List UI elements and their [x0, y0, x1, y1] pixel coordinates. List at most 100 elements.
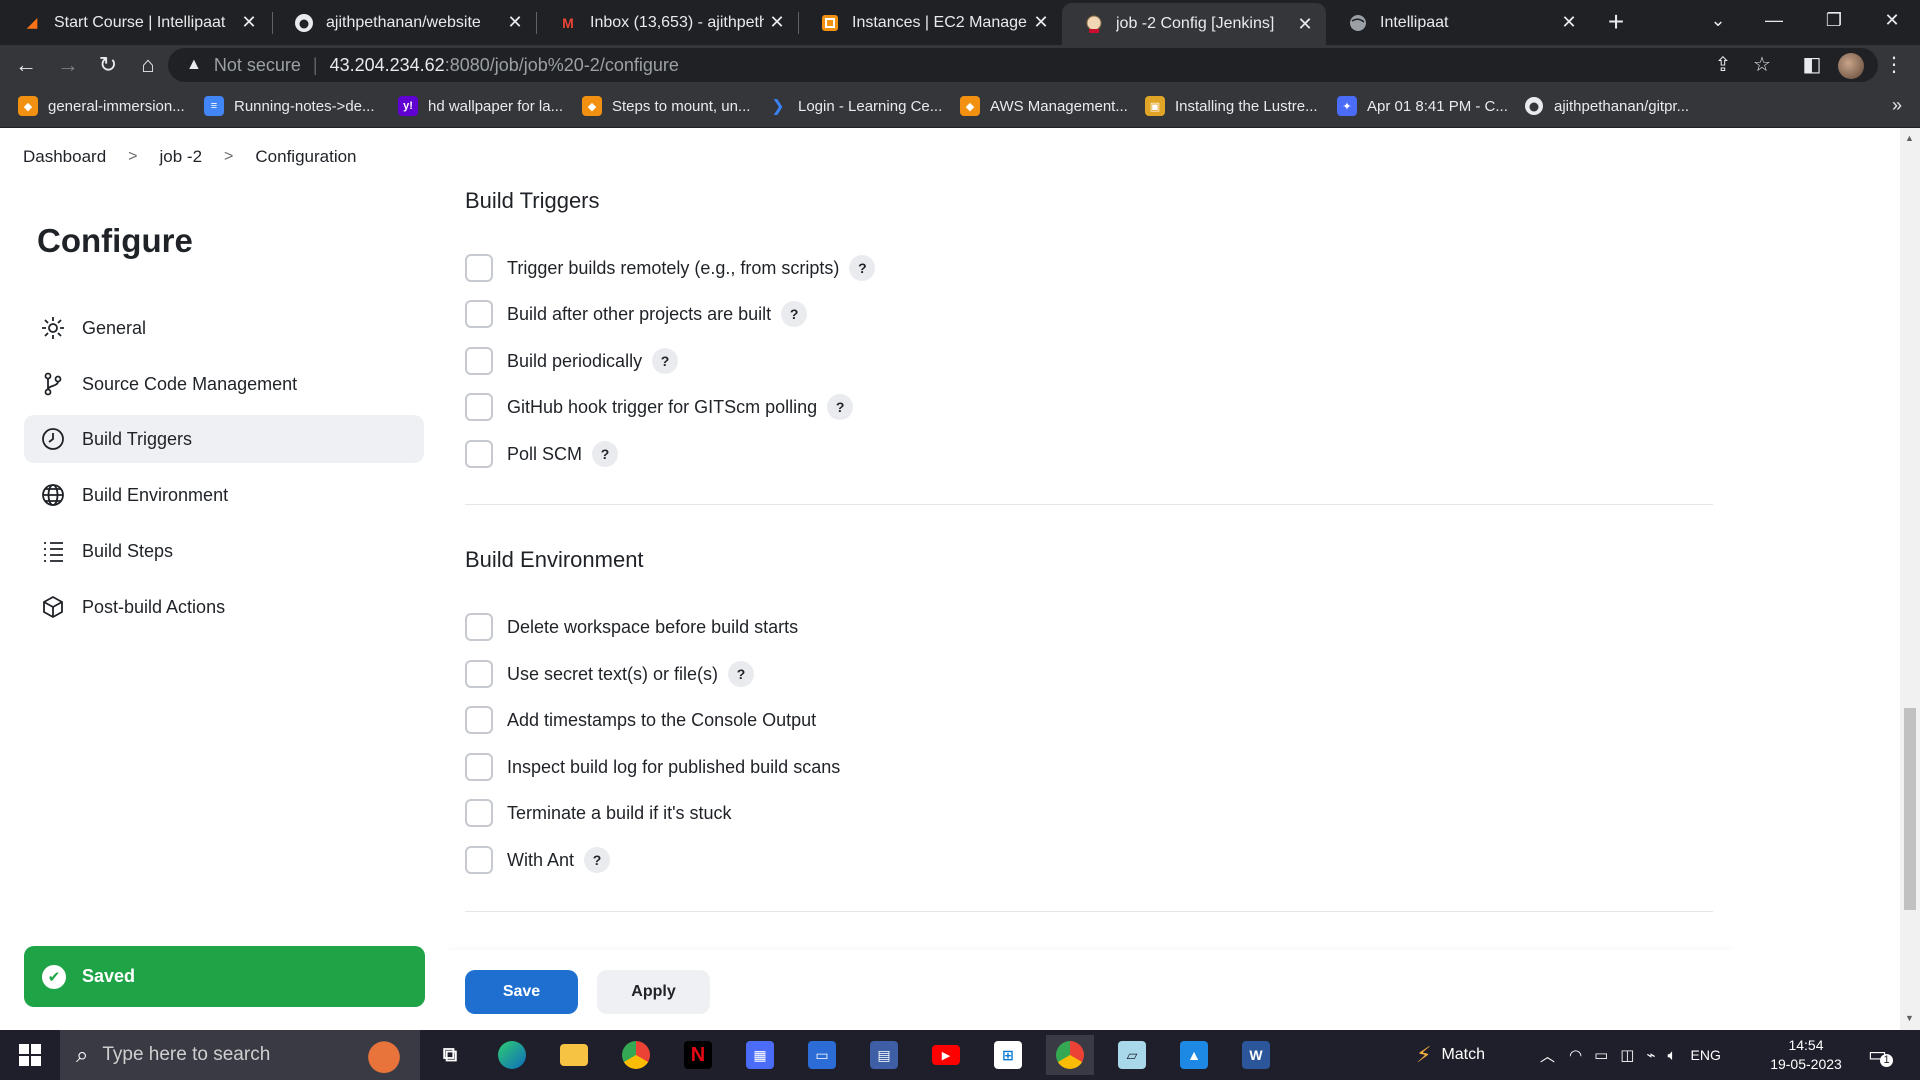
- option-label[interactable]: Delete workspace before build starts: [507, 617, 798, 638]
- sidebar-item-build-triggers[interactable]: Build Triggers: [24, 415, 424, 463]
- reload-icon[interactable]: ↻: [92, 49, 124, 81]
- checkbox[interactable]: [465, 440, 493, 468]
- help-icon[interactable]: ?: [827, 394, 854, 420]
- bookmark-item[interactable]: ❯ Login - Learning Ce...: [768, 95, 942, 117]
- restore-button[interactable]: ❐: [1806, 0, 1862, 40]
- sidebar-item-source-code-management[interactable]: Source Code Management: [24, 360, 424, 408]
- chrome-icon[interactable]: [612, 1035, 660, 1075]
- tab-intellipaat[interactable]: Intellipaat ✕: [1326, 0, 1590, 45]
- windows-start-icon[interactable]: [0, 1030, 60, 1080]
- help-icon[interactable]: ?: [652, 348, 679, 374]
- checkbox[interactable]: [465, 393, 493, 421]
- back-icon[interactable]: ←: [10, 49, 42, 81]
- bookmark-item[interactable]: ✦ Apr 01 8:41 PM - C...: [1337, 95, 1508, 117]
- notes-app-icon[interactable]: ▱: [1108, 1035, 1156, 1075]
- bookmark-item[interactable]: ◆ AWS Management...: [960, 95, 1128, 117]
- breadcrumb-dashboard[interactable]: Dashboard: [23, 147, 106, 167]
- bookmark-item[interactable]: ▣ Installing the Lustre...: [1145, 95, 1318, 117]
- tab-github-website[interactable]: ajithpethanan/website ✕: [272, 0, 536, 45]
- tab-start-course[interactable]: ◢ Start Course | Intellipaat ✕: [0, 0, 270, 45]
- checkbox[interactable]: [465, 613, 493, 641]
- option-label[interactable]: Inspect build log for published build sc…: [507, 757, 840, 778]
- checkbox[interactable]: [465, 846, 493, 874]
- help-icon[interactable]: ?: [849, 255, 876, 281]
- file-explorer-icon[interactable]: [550, 1035, 598, 1075]
- help-icon[interactable]: ?: [592, 441, 619, 467]
- word-icon[interactable]: W: [1232, 1035, 1280, 1075]
- checkbox[interactable]: [465, 706, 493, 734]
- breadcrumb-job[interactable]: job -2: [160, 147, 203, 167]
- home-icon[interactable]: ⌂: [132, 49, 164, 81]
- close-icon[interactable]: ✕: [1292, 14, 1318, 35]
- sidebar-item-post-build-actions[interactable]: Post-build Actions: [24, 583, 424, 631]
- wifi-icon[interactable]: ◠: [1569, 1046, 1582, 1064]
- language-indicator[interactable]: ENG: [1691, 1047, 1721, 1063]
- bookmark-item[interactable]: ≡ Running-notes->de...: [204, 95, 375, 117]
- share-icon[interactable]: ⇪: [1707, 49, 1739, 81]
- bookmark-item[interactable]: ◆ Steps to mount, un...: [582, 95, 750, 117]
- star-icon[interactable]: ☆: [1746, 49, 1778, 81]
- scroll-down-icon[interactable]: ▼: [1905, 1013, 1914, 1023]
- tab-ec2-instances[interactable]: Instances | EC2 Managemen ✕: [798, 0, 1062, 45]
- task-view-icon[interactable]: ⧉: [426, 1035, 474, 1075]
- close-window-button[interactable]: ✕: [1864, 0, 1920, 40]
- photos-icon[interactable]: ▲: [1170, 1035, 1218, 1075]
- forward-icon[interactable]: →: [52, 49, 84, 81]
- menu-icon[interactable]: ⋮: [1878, 49, 1910, 81]
- address-bar[interactable]: ▲ Not secure | 43.204.234.62:8080/job/jo…: [168, 48, 1878, 82]
- side-panel-icon[interactable]: ◧: [1796, 49, 1828, 81]
- store-icon[interactable]: ⊞: [984, 1035, 1032, 1075]
- more-bookmarks-icon[interactable]: »: [1892, 95, 1902, 116]
- tab-gmail-inbox[interactable]: M Inbox (13,653) - ajithpethan ✕: [536, 0, 798, 45]
- close-icon[interactable]: ✕: [502, 12, 528, 33]
- scroll-up-icon[interactable]: ▲: [1905, 133, 1914, 143]
- checkbox[interactable]: [465, 660, 493, 688]
- close-icon[interactable]: ✕: [236, 12, 262, 33]
- clock[interactable]: 14:54 19-05-2023: [1766, 1036, 1846, 1074]
- sidebar-item-build-environment[interactable]: Build Environment: [24, 471, 424, 519]
- checkbox[interactable]: [465, 300, 493, 328]
- checkbox[interactable]: [465, 347, 493, 375]
- close-icon[interactable]: ✕: [1556, 12, 1582, 33]
- option-label[interactable]: Use secret text(s) or file(s): [507, 664, 718, 685]
- battery-icon[interactable]: ▭: [1594, 1046, 1608, 1064]
- option-label[interactable]: Terminate a build if it's stuck: [507, 803, 732, 824]
- sidebar-item-general[interactable]: General: [24, 304, 424, 352]
- apply-button[interactable]: Apply: [597, 970, 710, 1014]
- option-label[interactable]: With Ant: [507, 850, 574, 871]
- sidebar-item-build-steps[interactable]: Build Steps: [24, 527, 424, 575]
- close-icon[interactable]: ✕: [1028, 12, 1054, 33]
- computer-icon[interactable]: ▤: [860, 1035, 908, 1075]
- camera-icon[interactable]: ◫: [1620, 1046, 1634, 1064]
- warning-icon[interactable]: ▲: [186, 56, 202, 74]
- option-label[interactable]: Add timestamps to the Console Output: [507, 710, 816, 731]
- new-tab-button[interactable]: +: [1598, 6, 1634, 40]
- checkbox[interactable]: [465, 254, 493, 282]
- save-button[interactable]: Save: [465, 970, 578, 1014]
- scrollbar-thumb[interactable]: [1904, 708, 1916, 910]
- option-label[interactable]: Build periodically: [507, 351, 642, 372]
- option-label[interactable]: GitHub hook trigger for GITScm polling: [507, 397, 817, 418]
- checkbox[interactable]: [465, 799, 493, 827]
- option-label[interactable]: Trigger builds remotely (e.g., from scri…: [507, 258, 839, 279]
- tab-search-icon[interactable]: ⌄: [1690, 0, 1746, 40]
- chevron-up-icon[interactable]: ︿: [1540, 1045, 1555, 1066]
- bookmark-item[interactable]: y! hd wallpaper for la...: [398, 95, 563, 117]
- chrome-profile-icon[interactable]: [1046, 1035, 1094, 1075]
- netflix-icon[interactable]: N: [674, 1035, 722, 1075]
- breadcrumb-configuration[interactable]: Configuration: [255, 147, 356, 167]
- checkbox[interactable]: [465, 753, 493, 781]
- help-icon[interactable]: ?: [781, 301, 808, 327]
- help-icon[interactable]: ?: [584, 847, 611, 873]
- minimize-button[interactable]: —: [1746, 0, 1802, 40]
- page-scrollbar[interactable]: ▲ ▼: [1900, 128, 1920, 1030]
- remote-desktop-icon[interactable]: ▭: [798, 1035, 846, 1075]
- edge-icon[interactable]: [488, 1035, 536, 1075]
- bookmark-item[interactable]: ◆ general-immersion...: [18, 95, 185, 117]
- help-icon[interactable]: ?: [728, 661, 755, 687]
- close-icon[interactable]: ✕: [764, 12, 790, 33]
- youtube-icon[interactable]: ▶: [922, 1035, 970, 1075]
- bookmark-item[interactable]: ajithpethanan/gitpr...: [1524, 95, 1689, 117]
- network-off-icon[interactable]: ⌁: [1646, 1046, 1655, 1064]
- network-app-icon[interactable]: ▦: [736, 1035, 784, 1075]
